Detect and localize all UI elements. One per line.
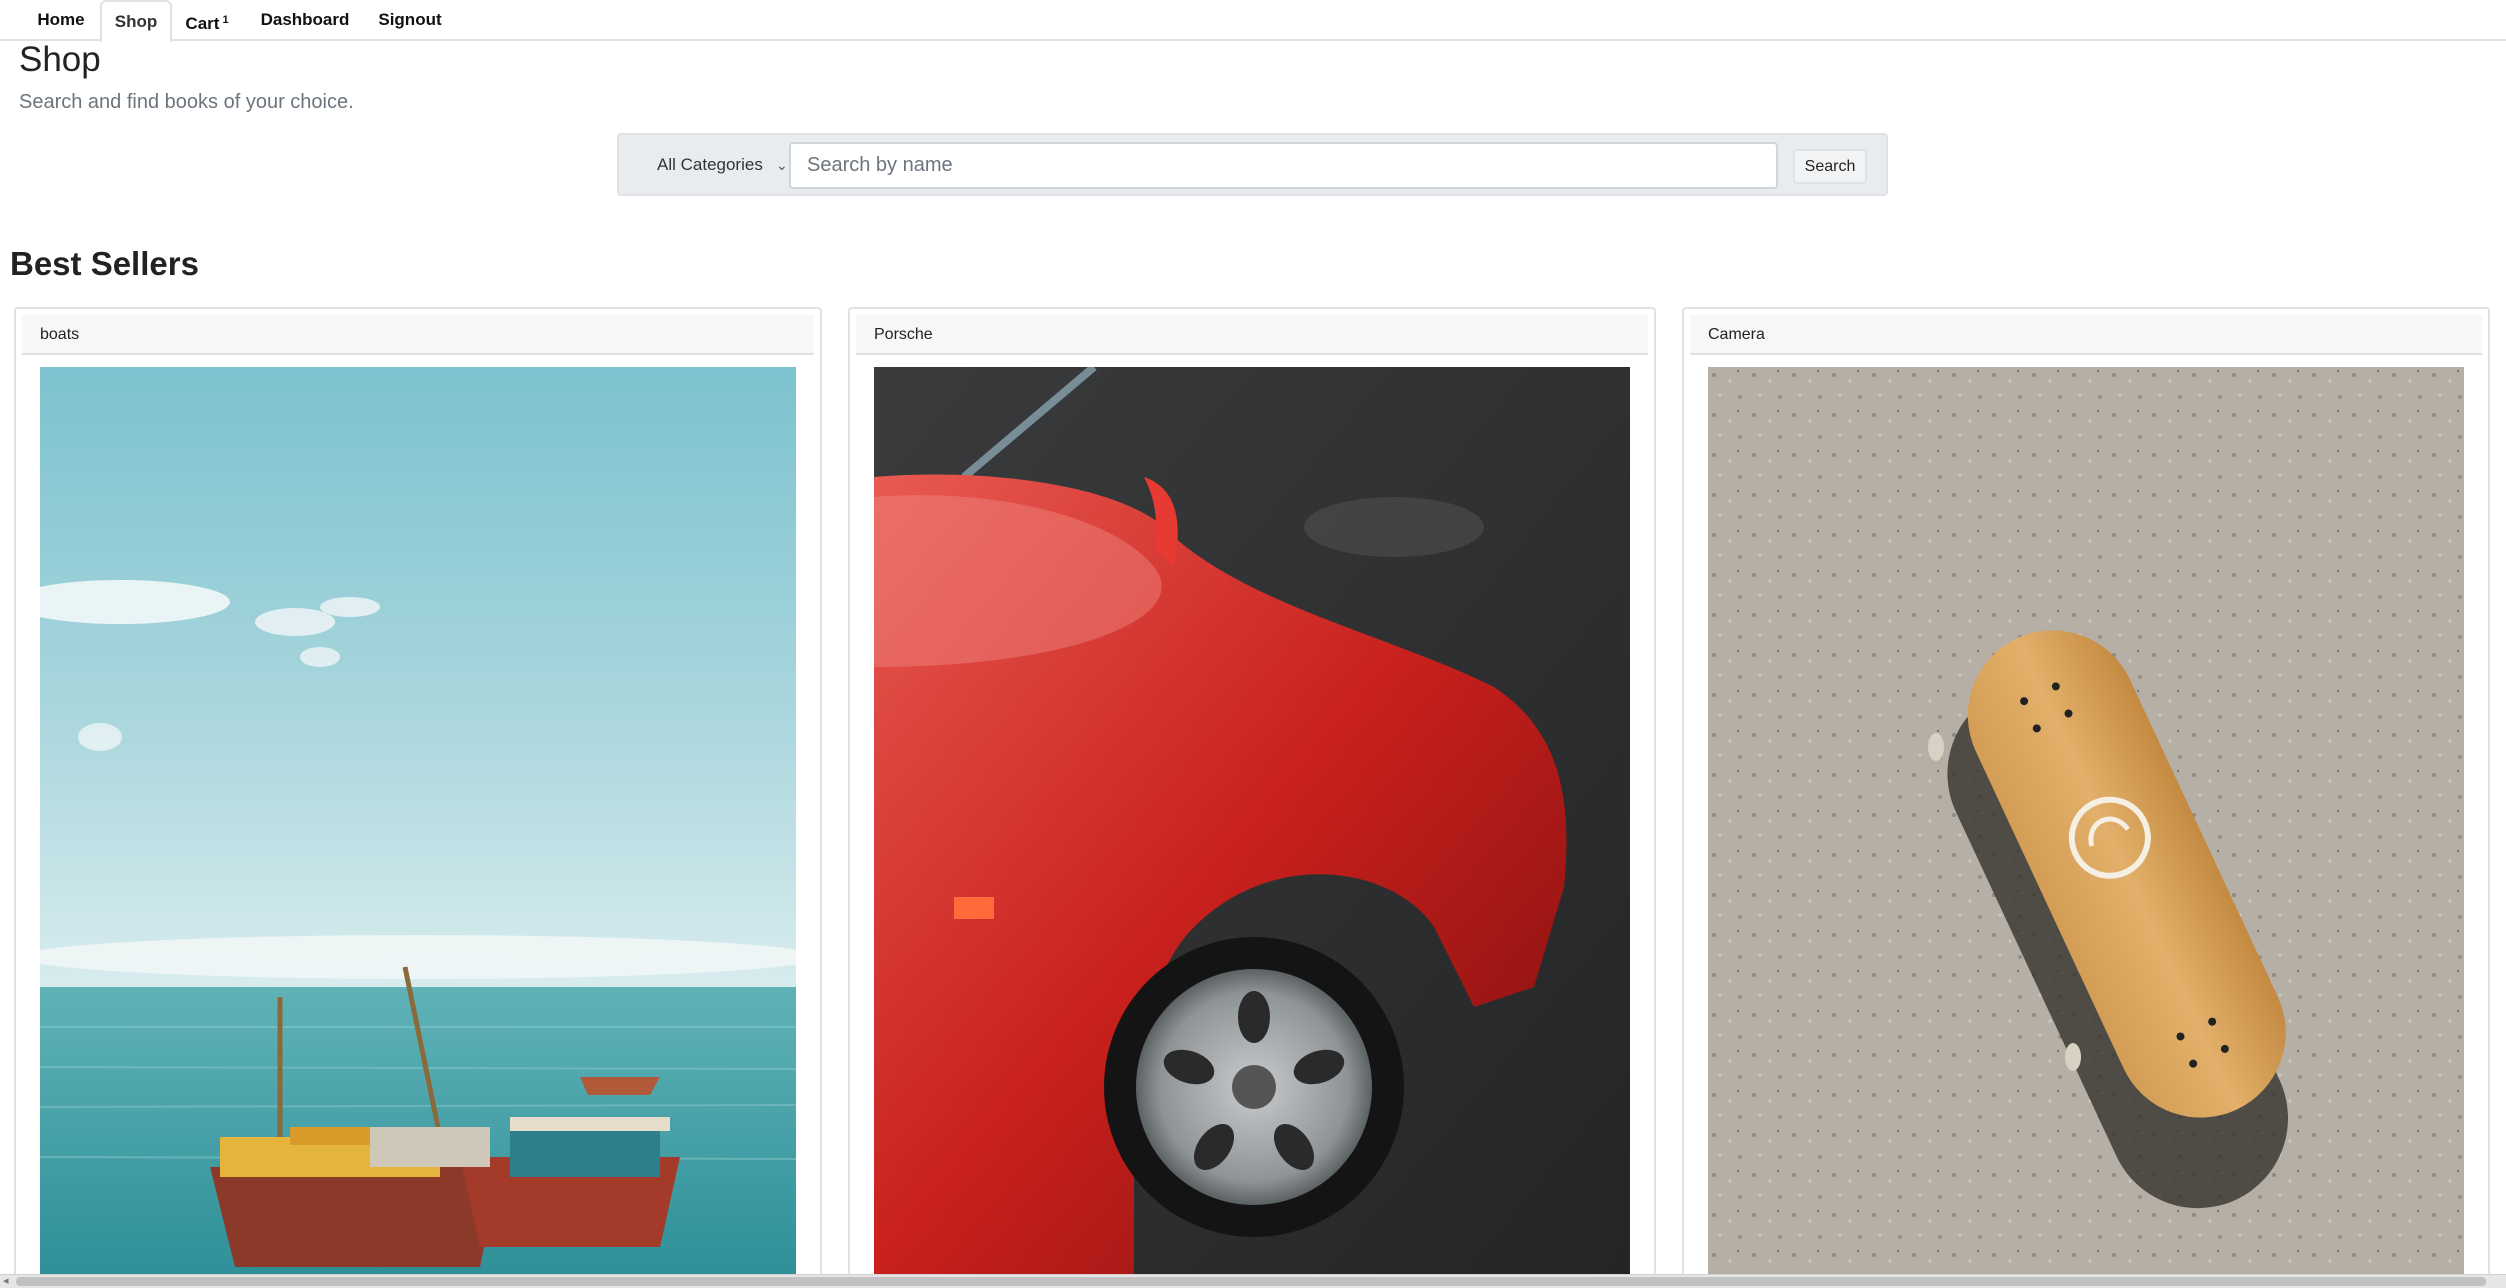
nav-item-cart[interactable]: Cart 1 [176, 0, 238, 41]
product-card-header: boats [22, 315, 814, 355]
cart-count-badge: 1 [222, 14, 229, 26]
search-button[interactable]: Search [1793, 149, 1867, 184]
search-input[interactable] [789, 142, 1778, 189]
boats-photo-image [40, 367, 796, 1277]
chevron-down-icon: ⌄ [776, 157, 788, 173]
nav-item-dashboard[interactable]: Dashboard [250, 0, 360, 41]
nav-item-label: Cart [185, 14, 220, 33]
nav-item-label: Shop [114, 12, 158, 31]
product-card-header: Camera [1690, 315, 2482, 355]
skateboard-photo[interactable] [1708, 367, 2464, 1277]
category-select-value: All Categories [657, 155, 763, 174]
page-description: Search and find books of your choice. [19, 91, 354, 113]
product-card[interactable]: Camera [1682, 307, 2490, 1288]
nav-item-label: Home [37, 10, 85, 29]
product-card[interactable]: boats [14, 307, 822, 1288]
category-select[interactable]: All Categories ⌄ [639, 143, 799, 187]
section-title: Best Sellers [10, 245, 199, 282]
scrollbar-thumb[interactable] [16, 1277, 2486, 1286]
skateboard-photo-image [1708, 367, 2464, 1277]
search-bar: All Categories ⌄ Search [617, 133, 1888, 196]
nav-item-label: Dashboard [260, 10, 350, 29]
nav-item-shop[interactable]: Shop [100, 0, 172, 43]
nav-item-signout[interactable]: Signout [368, 0, 452, 41]
scroll-left-icon[interactable]: ◂ [3, 1275, 9, 1288]
nav-item-label: Signout [378, 10, 442, 29]
horizontal-scrollbar[interactable]: ◂ [0, 1274, 2506, 1288]
boats-photo[interactable] [40, 367, 796, 1277]
nav-item-home[interactable]: Home [22, 0, 100, 41]
page-title: Shop [19, 40, 101, 79]
product-card-header: Porsche [856, 315, 1648, 355]
product-card[interactable]: Porsche [848, 307, 1656, 1288]
red-car-photo[interactable] [874, 367, 1630, 1277]
nav-tabs: Home Shop Cart 1 Dashboard Signout [0, 0, 2506, 43]
red-car-photo-image [874, 367, 1630, 1277]
